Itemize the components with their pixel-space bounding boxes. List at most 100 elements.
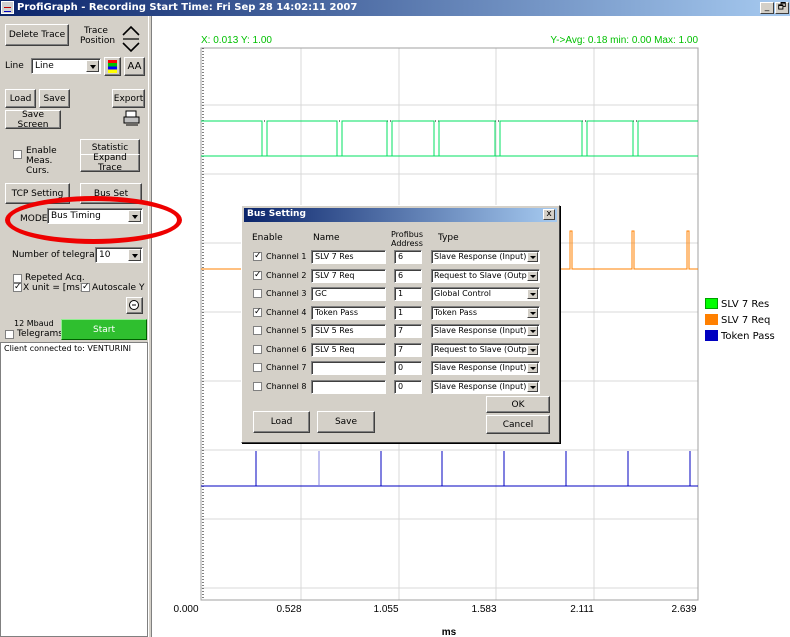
- dialog-title-bar: Bus Setting x: [244, 208, 557, 222]
- channel-type-select[interactable]: Slave Response (Input): [431, 361, 540, 375]
- dropdown-arrow-icon[interactable]: [128, 249, 141, 261]
- channel-type-select[interactable]: Request to Slave (Output): [431, 342, 540, 357]
- legend-label: Token Pass: [721, 331, 775, 342]
- dropdown-arrow-icon[interactable]: [86, 60, 99, 72]
- channel-enable-checkbox[interactable]: [253, 344, 262, 354]
- channel-address-input[interactable]: 7: [394, 324, 422, 338]
- printer-icon[interactable]: [122, 109, 142, 127]
- num-telegrams-value: 10: [99, 250, 111, 260]
- load-button[interactable]: Load: [5, 89, 36, 108]
- channel-type-select[interactable]: Slave Response (Input): [431, 250, 540, 264]
- chevron-down-icon: [122, 42, 140, 53]
- legend-item[interactable]: SLV 7 Res: [705, 298, 769, 310]
- cancel-button[interactable]: Cancel: [486, 415, 550, 434]
- expand-trace-button[interactable]: Expand Trace: [80, 153, 140, 173]
- dropdown-arrow-icon[interactable]: [527, 307, 538, 318]
- channel-type-select[interactable]: Request to Slave (Output): [431, 268, 540, 283]
- channel-name-input[interactable]: SLV 5 Req: [311, 342, 386, 357]
- x-tick: 2.639: [671, 604, 696, 615]
- legend-swatch: [705, 314, 718, 325]
- channel-label: Channel 2: [266, 270, 307, 280]
- trace-token-pass: [201, 451, 698, 487]
- trace-position-label: Trace Position: [80, 26, 116, 46]
- channel-enable-checkbox[interactable]: [253, 289, 262, 298]
- bus-setting-dialog: Bus Setting x Enable Name Profibus Addre…: [241, 205, 560, 443]
- channel-address-input[interactable]: 1: [394, 287, 422, 301]
- channel-address-input[interactable]: 1: [394, 305, 422, 320]
- channel-enable-checkbox[interactable]: [253, 326, 262, 335]
- font-button[interactable]: AA: [124, 57, 145, 76]
- channel-enable-checkbox[interactable]: ✓: [253, 252, 262, 261]
- channel-type-select[interactable]: Slave Response (Input): [431, 324, 540, 338]
- line-style-select[interactable]: Line: [31, 58, 101, 74]
- save-screen-button[interactable]: Save Screen: [5, 110, 61, 130]
- channel-type-select[interactable]: Token Pass: [431, 305, 540, 320]
- channel-type-select[interactable]: Slave Response (Input): [431, 379, 540, 394]
- legend-swatch: [705, 330, 718, 341]
- trace-position-arrows[interactable]: [120, 22, 142, 56]
- dialog-load-button[interactable]: Load: [253, 411, 310, 433]
- channel-address-input[interactable]: 0: [394, 379, 422, 394]
- telegrams-checkbox[interactable]: [5, 330, 14, 339]
- channel-name-input[interactable]: SLV 7 Req: [311, 268, 386, 283]
- color-picker-button[interactable]: [104, 57, 121, 76]
- channel-enable-checkbox[interactable]: [253, 363, 262, 372]
- type-header: Type: [438, 233, 459, 243]
- zoom-button[interactable]: [126, 297, 143, 314]
- channel-enable-checkbox[interactable]: [253, 381, 262, 391]
- channel-name-input[interactable]: GC: [311, 287, 386, 301]
- dialog-title: Bus Setting: [247, 209, 306, 219]
- dropdown-arrow-icon[interactable]: [128, 210, 141, 222]
- dropdown-arrow-icon[interactable]: [527, 381, 538, 392]
- bus-set-button[interactable]: Bus Set: [80, 183, 142, 204]
- channel-address-input[interactable]: 6: [394, 250, 422, 264]
- export-button[interactable]: Export: [112, 89, 145, 108]
- start-button[interactable]: Start: [61, 319, 147, 340]
- minimize-button[interactable]: _: [760, 2, 774, 14]
- mode-value: Bus Timing: [51, 211, 101, 221]
- dropdown-arrow-icon[interactable]: [527, 363, 538, 373]
- ok-button[interactable]: OK: [486, 396, 550, 413]
- channel-type-value: Request to Slave (Output): [434, 270, 539, 280]
- legend-label: SLV 7 Res: [721, 299, 770, 310]
- app-icon[interactable]: [1, 1, 14, 14]
- delete-trace-button[interactable]: Delete Trace: [5, 24, 69, 46]
- channel-address-input[interactable]: 7: [394, 342, 422, 357]
- dialog-save-button[interactable]: Save: [317, 411, 375, 433]
- x-tick: 0.000: [173, 604, 198, 615]
- mode-select[interactable]: Bus Timing: [47, 208, 143, 224]
- dropdown-arrow-icon[interactable]: [527, 252, 538, 262]
- trace-slv7-res: [201, 120, 698, 157]
- channel-name-input[interactable]: SLV 5 Res: [311, 324, 386, 338]
- channel-name-input[interactable]: Token Pass: [311, 305, 386, 320]
- enable-meas-curs-checkbox[interactable]: [13, 150, 22, 159]
- cursor-readout: X: 0.013 Y: 1.00: [201, 35, 272, 46]
- legend-item[interactable]: SLV 7 Req: [705, 314, 770, 326]
- dropdown-arrow-icon[interactable]: [527, 344, 538, 355]
- address-header: Profibus Address: [391, 230, 424, 248]
- channel-type-select[interactable]: Global Control: [431, 287, 540, 301]
- channel-name-input[interactable]: [311, 361, 386, 375]
- window-title-bar: ProfiGraph - Recording Start Time: Fri S…: [0, 0, 790, 16]
- legend-swatch: [705, 298, 718, 309]
- tcp-setting-button[interactable]: TCP Setting: [5, 183, 70, 204]
- legend-item[interactable]: Token Pass: [705, 330, 775, 342]
- channel-name-input[interactable]: [311, 379, 386, 394]
- channel-address-input[interactable]: 6: [394, 268, 422, 283]
- line-label: Line: [5, 61, 24, 71]
- dialog-close-button[interactable]: x: [543, 209, 555, 220]
- num-telegrams-select[interactable]: 10: [95, 247, 143, 263]
- channel-enable-checkbox[interactable]: ✓: [253, 307, 262, 317]
- dropdown-arrow-icon[interactable]: [527, 270, 538, 281]
- channel-enable-checkbox[interactable]: ✓: [253, 270, 262, 280]
- autoscale-y-checkbox[interactable]: ✓: [81, 283, 90, 292]
- num-telegrams-label: Number of telegrams: [12, 250, 109, 260]
- x-tick: 1.583: [471, 604, 496, 615]
- x-unit-checkbox[interactable]: ✓: [13, 283, 22, 292]
- save-button[interactable]: Save: [39, 89, 70, 108]
- dropdown-arrow-icon[interactable]: [527, 326, 538, 336]
- maximize-button[interactable]: 🗗: [775, 2, 789, 14]
- channel-name-input[interactable]: SLV 7 Res: [311, 250, 386, 264]
- channel-address-input[interactable]: 0: [394, 361, 422, 375]
- dropdown-arrow-icon[interactable]: [527, 289, 538, 299]
